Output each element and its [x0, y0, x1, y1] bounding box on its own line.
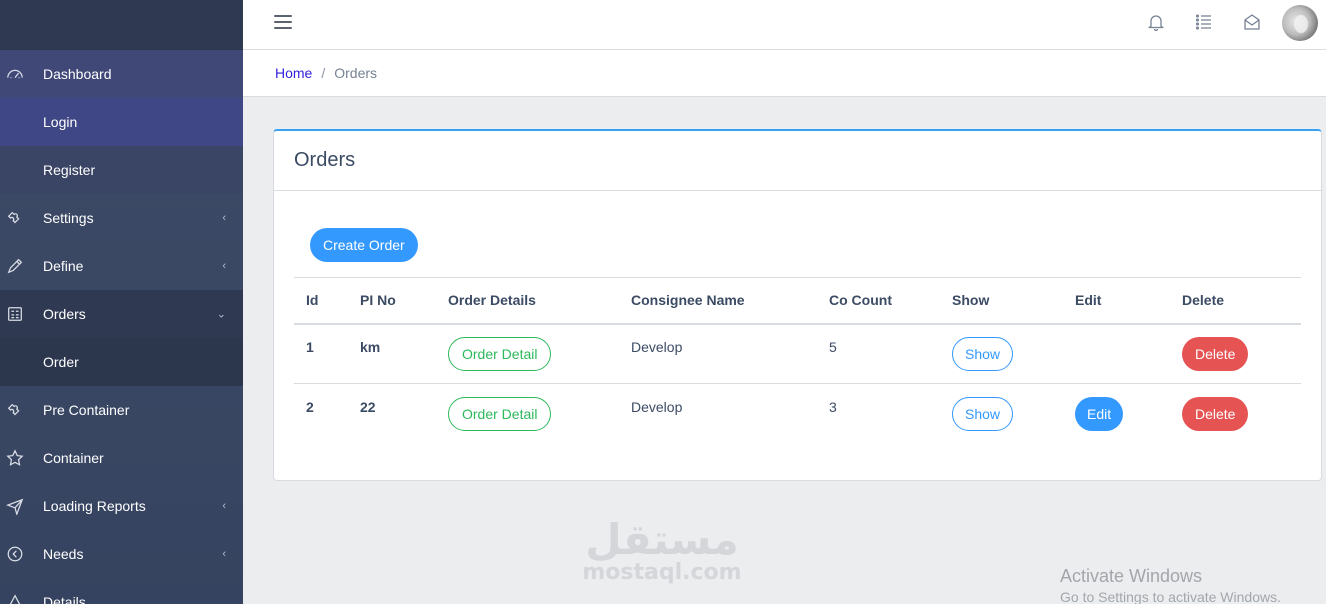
column-header-pi-no: PI No	[360, 292, 396, 309]
sidebar-item-container[interactable]: Container	[0, 434, 243, 482]
chevron-left-icon: ‹	[222, 212, 226, 224]
puzzle-icon	[0, 401, 43, 419]
top-header	[243, 0, 1326, 50]
chevron-left-icon: ‹	[222, 548, 226, 560]
bell-icon[interactable]	[1147, 13, 1165, 32]
cell-pi-no: km	[360, 338, 381, 355]
sidebar-item-label: Orders	[43, 306, 86, 322]
puzzle-icon	[0, 209, 43, 227]
sidebar-item-label: Pre Container	[43, 402, 130, 418]
chevron-left-icon: ‹	[222, 500, 226, 512]
sidebar-item-label: Container	[43, 450, 104, 466]
orders-card: Orders Create Order Id PI No Order Detai…	[273, 129, 1322, 481]
delete-button[interactable]: Delete	[1182, 336, 1249, 371]
order-detail-button[interactable]: Order Detail	[448, 396, 552, 431]
sidebar-item-label: Loading Reports	[43, 498, 146, 514]
sidebar-item-label: Register	[43, 162, 96, 178]
activate-title: Activate Windows	[1060, 566, 1203, 586]
delete-button[interactable]: Delete	[1182, 396, 1249, 431]
watermark-latin: mostaql.com	[582, 560, 742, 585]
sidebar-item-define[interactable]: Define ‹	[0, 242, 243, 290]
sidebar-item-label: Details	[43, 594, 86, 604]
orders-table: Id PI No Order Details Consignee Name Co…	[294, 277, 1301, 444]
cell-co-count: 5	[829, 338, 837, 355]
card-header: Orders	[274, 131, 1321, 191]
sidebar-item-needs[interactable]: Needs ‹	[0, 530, 243, 578]
create-order-button[interactable]: Create Order	[310, 228, 418, 262]
column-header-consignee-name: Consignee Name	[631, 292, 745, 309]
envelope-open-icon[interactable]	[1243, 13, 1261, 31]
sidebar-brand	[0, 0, 243, 50]
cell-pi-no: 22	[360, 398, 376, 415]
column-header-id: Id	[306, 292, 319, 309]
sidebar-item-label: Login	[43, 114, 78, 130]
cell-consignee-name: Develop	[631, 338, 683, 355]
sidebar-item-dashboard[interactable]: Dashboard	[0, 50, 243, 98]
send-icon	[0, 497, 43, 515]
sidebar-item-details[interactable]: Details	[0, 578, 243, 604]
sidebar-item-settings[interactable]: Settings ‹	[0, 194, 243, 242]
breadcrumb-separator: /	[321, 65, 326, 81]
calculator-icon	[0, 305, 43, 323]
cell-id: 2	[306, 398, 314, 415]
avatar[interactable]	[1282, 5, 1318, 41]
show-button[interactable]: Show	[952, 336, 1014, 371]
watermark-arabic: مستقل	[585, 515, 739, 564]
sidebar-item-register[interactable]: Register	[0, 146, 243, 194]
cell-co-count: 3	[829, 398, 837, 415]
sidebar-item-label: Needs	[43, 546, 84, 562]
column-header-delete: Delete	[1182, 292, 1225, 309]
menu-toggle-icon[interactable]	[274, 15, 292, 29]
pencil-icon	[0, 257, 43, 275]
breadcrumb-current: Orders	[334, 65, 378, 81]
sidebar-item-loading-reports[interactable]: Loading Reports ‹	[0, 482, 243, 530]
order-detail-button[interactable]: Order Detail	[448, 336, 552, 371]
cell-edit-empty	[1063, 324, 1170, 384]
page-title: Orders	[294, 149, 356, 171]
triangle-icon	[0, 593, 43, 604]
sidebar-item-orders[interactable]: Orders ⌄	[0, 290, 243, 338]
sidebar-item-label: Order	[43, 354, 79, 370]
column-header-show: Show	[952, 292, 990, 309]
sidebar-item-pre-container[interactable]: Pre Container	[0, 386, 243, 434]
breadcrumb: Home / Orders	[243, 50, 1326, 97]
table-header-row: Id PI No Order Details Consignee Name Co…	[294, 277, 1301, 324]
sidebar-item-login[interactable]: Login	[0, 98, 243, 146]
sidebar-item-order[interactable]: Order	[0, 338, 243, 386]
column-header-edit: Edit	[1075, 292, 1102, 309]
circle-arrow-icon	[0, 545, 43, 563]
sidebar: Dashboard Login Register Settings ‹ Defi…	[0, 0, 243, 604]
speedometer-icon	[0, 65, 43, 83]
cell-consignee-name: Develop	[631, 398, 683, 415]
sidebar-item-label: Define	[43, 258, 84, 274]
edit-button[interactable]: Edit	[1075, 396, 1124, 431]
task-list-icon[interactable]	[1195, 13, 1213, 31]
activate-subtitle: Go to Settings to activate Windows.	[1060, 589, 1281, 604]
table-row: 2 22 Order Detail Develop 3 Show Edit De…	[294, 384, 1301, 444]
sidebar-item-label: Settings	[43, 210, 94, 226]
column-header-co-count: Co Count	[829, 292, 892, 309]
chevron-down-icon: ⌄	[216, 308, 226, 321]
sidebar-item-label: Dashboard	[43, 66, 112, 82]
cell-id: 1	[306, 338, 314, 355]
chevron-left-icon: ‹	[222, 260, 226, 272]
star-icon	[0, 449, 43, 467]
show-button[interactable]: Show	[952, 396, 1014, 431]
watermark-logo: مستقل mostaql.com	[582, 518, 742, 584]
column-header-order-details: Order Details	[448, 292, 536, 309]
table-row: 1 km Order Detail Develop 5 Show Delete	[294, 324, 1301, 384]
activate-windows-notice: Activate Windows Go to Settings to activ…	[1060, 566, 1281, 604]
breadcrumb-home-link[interactable]: Home	[275, 65, 312, 81]
